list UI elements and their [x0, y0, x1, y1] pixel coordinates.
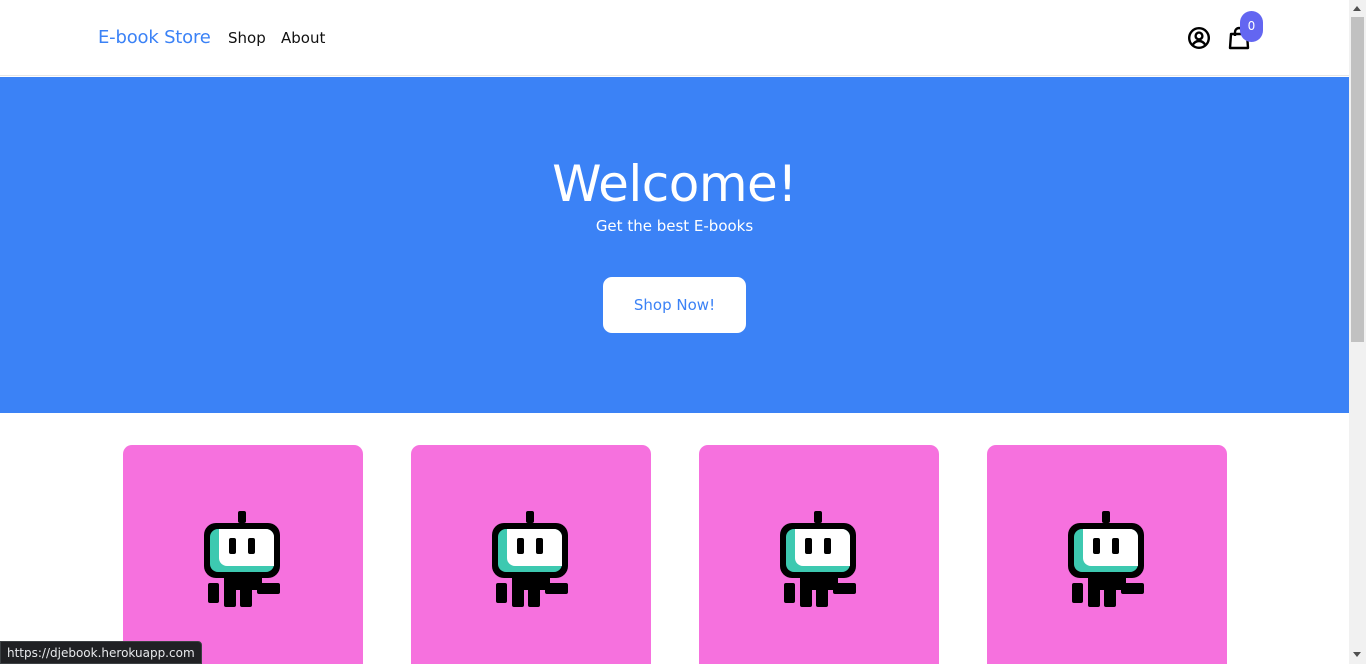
brand-link[interactable]: E-book Store: [98, 27, 211, 48]
product-card[interactable]: [411, 445, 651, 664]
scroll-down-arrow-icon[interactable]: [1353, 652, 1361, 657]
robot-icon: [492, 511, 568, 607]
page: E-book Store Shop About 0 Welcome! Get t…: [0, 0, 1349, 664]
scrollbar-thumb[interactable]: [1351, 17, 1364, 342]
robot-icon: [780, 511, 856, 607]
nav-link-shop[interactable]: Shop: [228, 29, 266, 47]
shop-now-button[interactable]: Shop Now!: [603, 277, 746, 333]
vertical-scrollbar[interactable]: [1349, 0, 1366, 664]
robot-icon: [204, 511, 280, 607]
robot-icon: [1068, 511, 1144, 607]
product-card[interactable]: [699, 445, 939, 664]
user-circle-icon[interactable]: [1187, 26, 1211, 50]
hero-title: Welcome!: [552, 155, 797, 213]
product-card[interactable]: [123, 445, 363, 664]
cart-count-badge: 0: [1240, 11, 1263, 42]
hero-subtitle: Get the best E-books: [595, 217, 754, 235]
scroll-up-arrow-icon[interactable]: [1353, 6, 1361, 11]
navbar: E-book Store Shop About 0: [0, 0, 1349, 76]
product-card[interactable]: [987, 445, 1227, 664]
nav-link-about[interactable]: About: [281, 29, 325, 47]
status-bar-url: https://djebook.herokuapp.com: [0, 641, 202, 664]
hero-banner: Welcome! Get the best E-books Shop Now!: [0, 77, 1349, 413]
